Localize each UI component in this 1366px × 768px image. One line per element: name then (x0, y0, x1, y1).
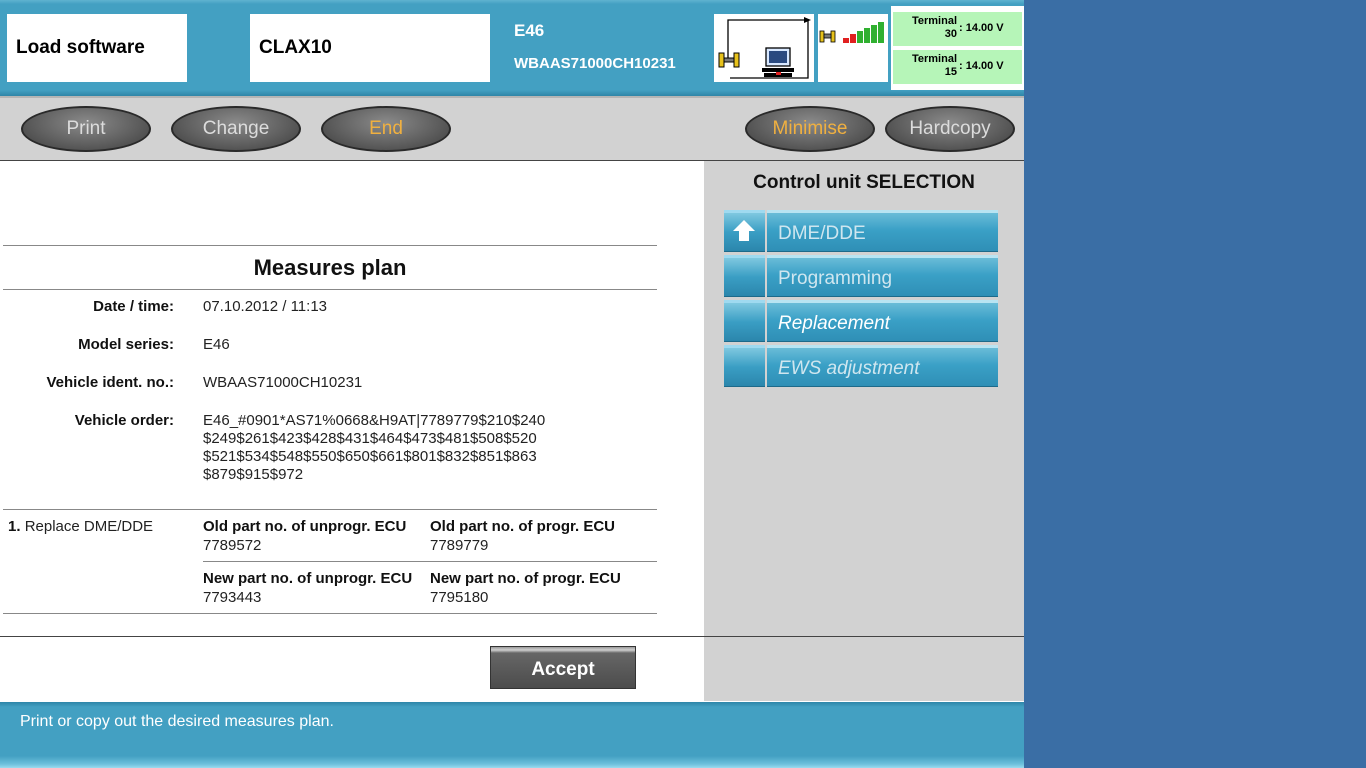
terminal-voltage: : 14.00 V (959, 60, 1004, 72)
divider (3, 509, 657, 510)
vehicle-order-value: E46_#0901*AS71%0668&H9AT|7789779$210$240… (203, 412, 545, 484)
signal-strength-icon (818, 14, 888, 82)
vin-label: WBAAS71000CH10231 (514, 55, 676, 72)
hardcopy-button[interactable]: Hardcopy (885, 106, 1015, 152)
old-unprog-value: 7789572 (203, 537, 262, 554)
panel-title: Control unit SELECTION (753, 172, 975, 193)
divider (203, 561, 657, 562)
new-unprog-label: New part no. of unprogr. ECU (203, 570, 413, 587)
status-bar: Print or copy out the desired measures p… (0, 702, 1024, 768)
connection-status-icon (714, 14, 814, 82)
item-marker[interactable] (724, 345, 765, 387)
control-unit-label[interactable]: Replacement (767, 300, 998, 342)
divider (3, 245, 657, 246)
control-unit-item-replacement[interactable]: Replacement (724, 300, 998, 342)
accept-area: Accept (0, 637, 704, 702)
vehicle-order-label: Vehicle order: (74, 412, 174, 429)
toolbar: Print Change End Minimise Hardcopy (0, 96, 1024, 161)
vehicle-ident-value: WBAAS71000CH10231 (203, 374, 363, 391)
date-time-value: 07.10.2012 / 11:13 (203, 298, 327, 315)
old-prog-value: 7789779 (430, 537, 489, 554)
model-series-field-label: Model series: (78, 336, 174, 353)
page-title: Measures plan (253, 255, 407, 280)
control-unit-label[interactable]: EWS adjustment (767, 345, 998, 387)
control-unit-label[interactable]: Programming (767, 255, 998, 297)
vehicle-ident-label: Vehicle ident. no.: (46, 374, 174, 391)
control-unit-label[interactable]: DME/DDE (767, 210, 998, 252)
control-unit-item-programming[interactable]: Programming (724, 255, 998, 297)
terminal-voltage-panel: Terminal 30 : 14.00 V Terminal 15 : 14.00 … (891, 6, 1024, 90)
print-button[interactable]: Print (21, 106, 151, 152)
vehicle-order-line: $879$915$972 (203, 466, 304, 483)
ecu-name: CLAX10 (250, 14, 490, 82)
replacement-step: 1. Replace DME/DDE (8, 518, 153, 535)
item-marker[interactable] (724, 255, 765, 297)
model-series-value: E46 (203, 336, 230, 353)
new-prog-value: 7795180 (430, 589, 489, 606)
divider (3, 613, 657, 614)
old-prog-label: Old part no. of progr. ECU (430, 518, 615, 535)
vehicle-order-line: E46_#0901*AS71%0668&H9AT|7789779$210$240 (203, 412, 546, 429)
old-unprog-label: Old part no. of unprogr. ECU (203, 518, 407, 535)
control-unit-item-ews-adjustment[interactable]: EWS adjustment (724, 345, 998, 387)
date-time-label: Date / time: (93, 298, 174, 315)
accept-button[interactable]: Accept (490, 646, 636, 689)
function-title: Load software (7, 14, 187, 82)
step-text: Replace DME/DDE (24, 518, 154, 535)
model-series-label: E46 (514, 21, 545, 40)
terminal-30: Terminal 30 : 14.00 V (893, 12, 1022, 46)
up-arrow-icon[interactable] (724, 210, 765, 252)
control-unit-selection-panel: Control unit SELECTION DME/DDE Programmi… (704, 161, 1024, 701)
divider (3, 289, 657, 290)
new-unprog-value: 7793443 (203, 589, 262, 606)
vehicle-order-line: $249$261$423$428$431$464$473$481$508$520 (203, 430, 537, 447)
header-bar: Load software CLAX10 E46 WBAAS71000CH102… (0, 0, 1024, 96)
vehicle-order-line: $521$534$548$550$650$661$801$832$851$863 (203, 448, 537, 465)
terminal-15: Terminal 15 : 14.00 V (893, 50, 1022, 84)
terminal-number: 30 (944, 28, 957, 40)
item-marker[interactable] (724, 300, 765, 342)
status-message: Print or copy out the desired measures p… (20, 713, 334, 730)
control-unit-item-dme-dde[interactable]: DME/DDE (724, 210, 998, 252)
new-prog-label: New part no. of progr. ECU (430, 570, 621, 587)
minimise-button[interactable]: Minimise (745, 106, 875, 152)
terminal-number: 15 (944, 66, 957, 78)
app-window: Load software CLAX10 E46 WBAAS71000CH102… (0, 0, 1024, 768)
change-button[interactable]: Change (171, 106, 301, 152)
terminal-voltage: : 14.00 V (959, 22, 1004, 34)
terminal-label: Terminal (911, 15, 957, 27)
end-button[interactable]: End (321, 106, 451, 152)
measures-plan-panel: Measures plan Date / time: 07.10.2012 / … (0, 161, 704, 637)
step-number: 1. (8, 518, 21, 535)
terminal-label: Terminal (911, 53, 957, 65)
